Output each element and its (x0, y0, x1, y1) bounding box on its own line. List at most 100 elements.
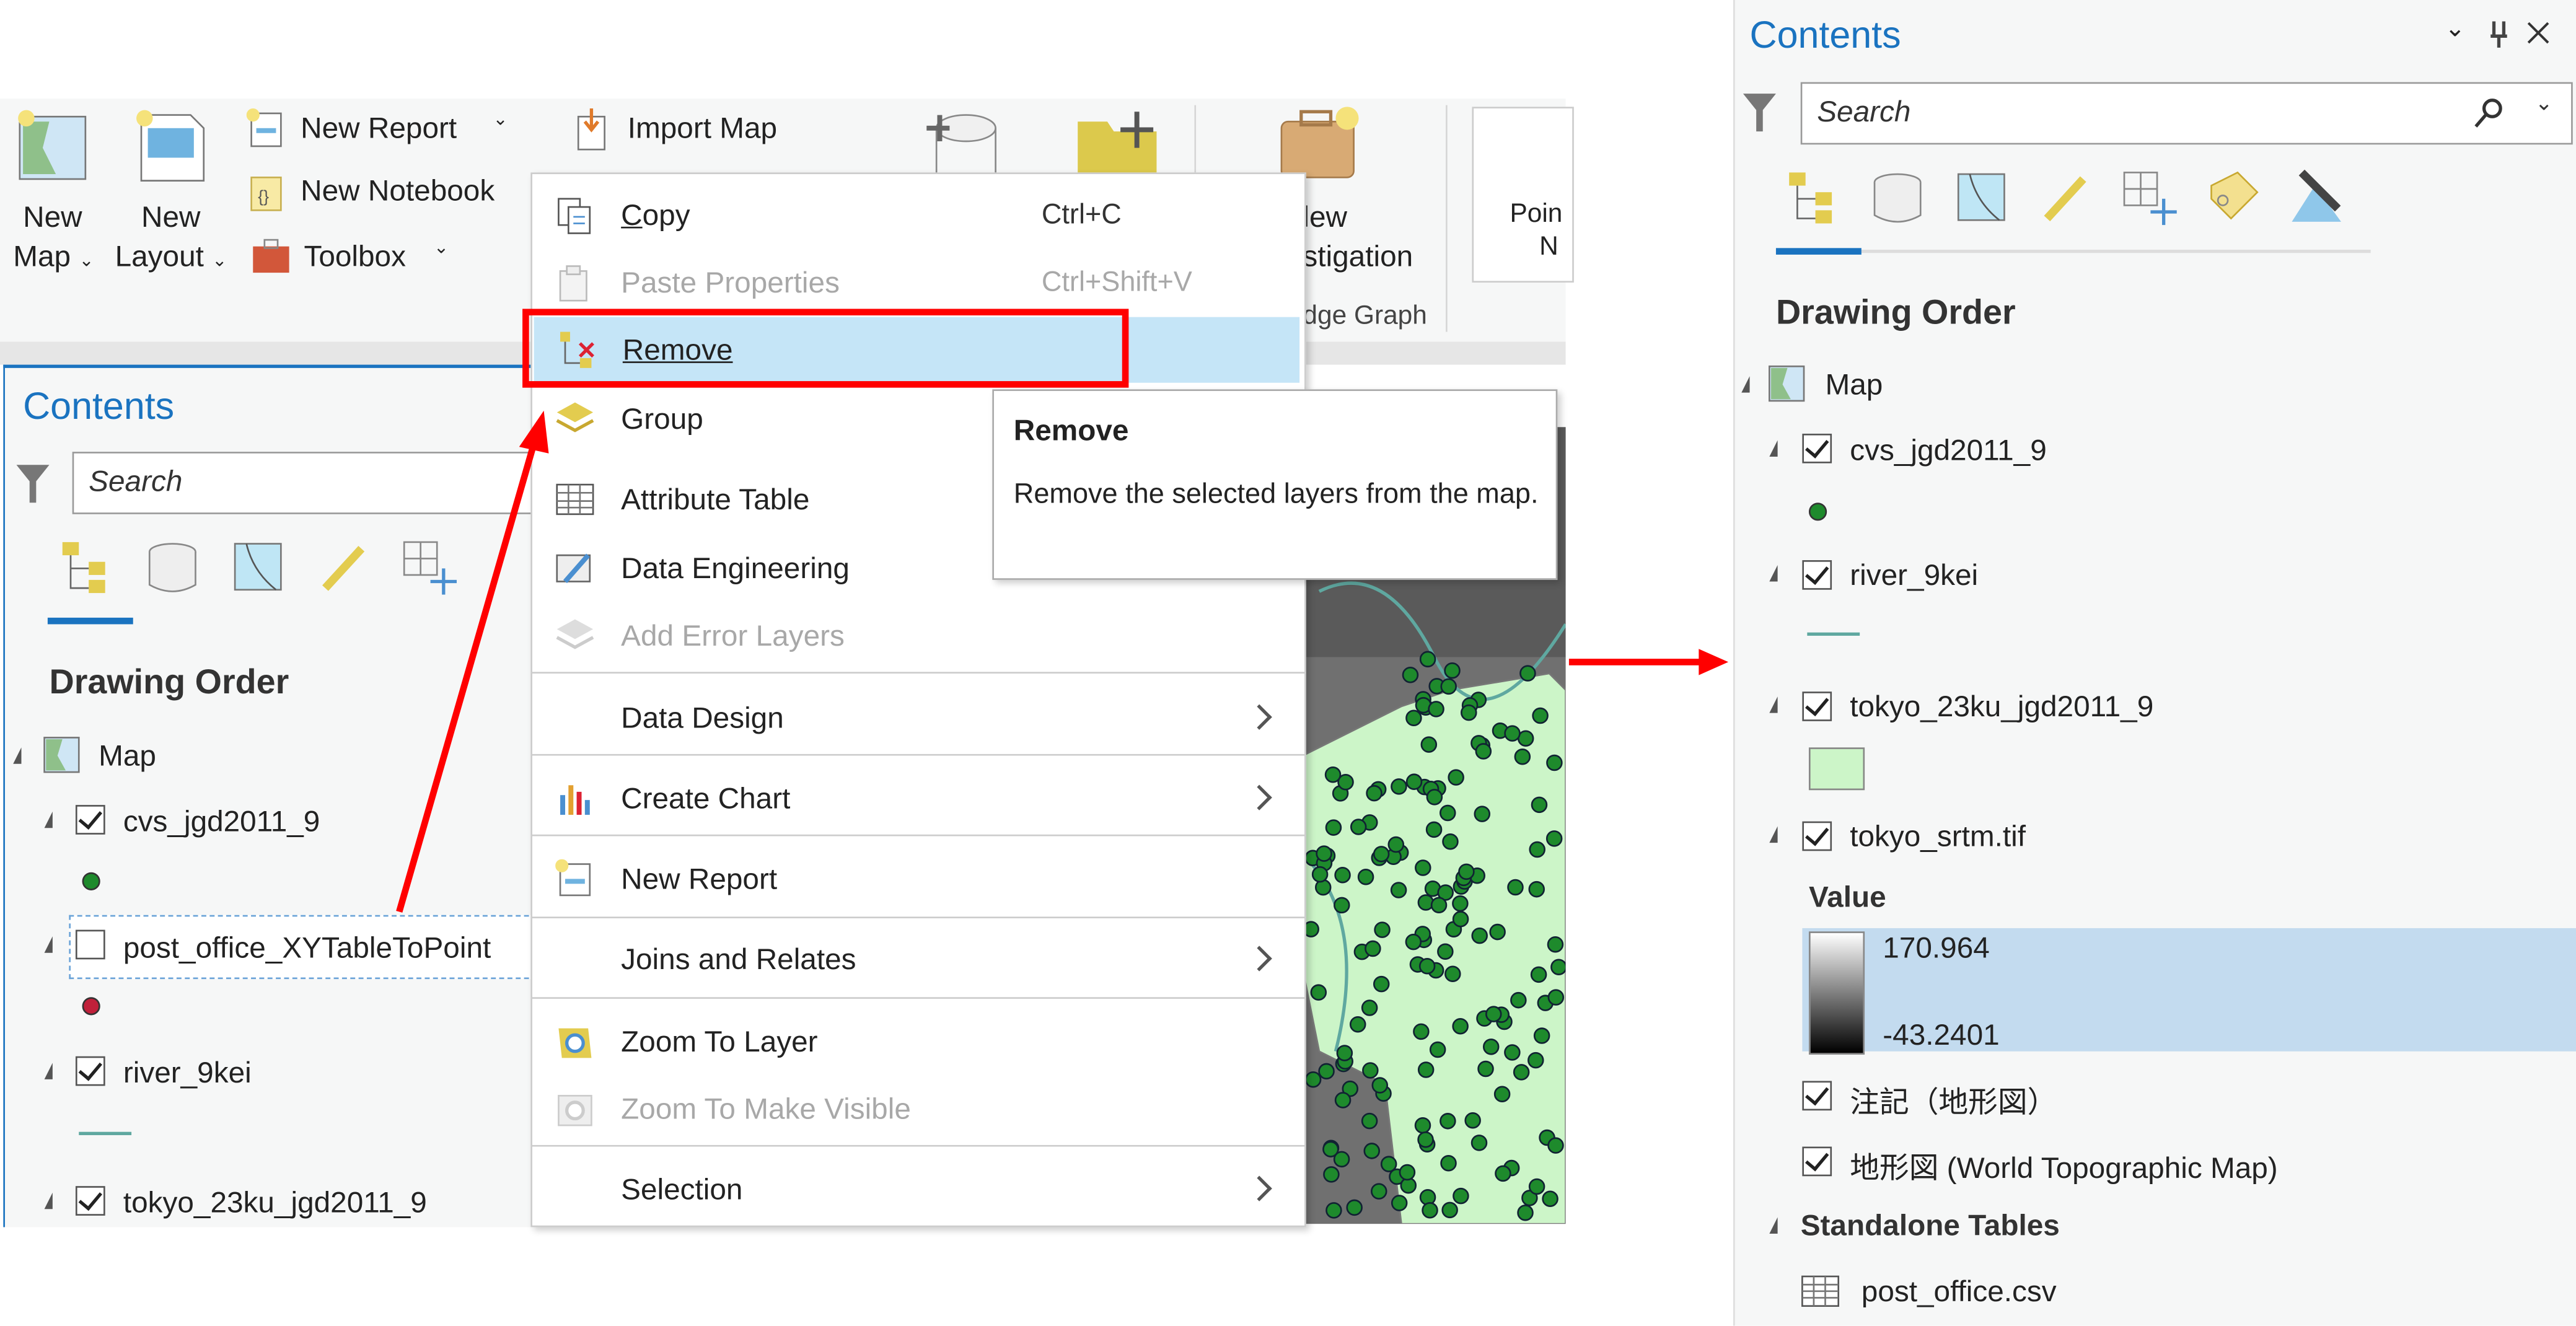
drawing-order-icon[interactable] (59, 539, 115, 595)
map-point (1418, 958, 1436, 975)
partial-ribbon-button[interactable]: Poin N (1472, 107, 1574, 283)
new-layout-dropdown[interactable]: Layout ⌄ (115, 240, 227, 274)
layer-name[interactable]: river_9kei (1850, 558, 1978, 593)
map-point (1417, 1061, 1435, 1078)
expand-layer-icon[interactable] (44, 1063, 53, 1079)
map-point (1440, 1113, 1456, 1130)
layer-visibility-checkbox[interactable] (1802, 1081, 1832, 1111)
expand-map-icon[interactable] (13, 747, 22, 764)
drawing-order-icon[interactable] (1786, 169, 1842, 225)
expand-map-icon[interactable] (1741, 376, 1750, 393)
menu-item-paste-properties[interactable]: Paste Properties Ctrl+Shift+V (532, 250, 1304, 315)
layer-visibility-checkbox[interactable] (1802, 560, 1832, 590)
layer-name[interactable]: tokyo_23ku_jgd2011_9 (1850, 690, 2153, 725)
data-source-icon[interactable] (1870, 169, 1925, 225)
map-point (1489, 923, 1506, 941)
map-point (1334, 1092, 1352, 1109)
expand-layer-icon[interactable] (44, 936, 53, 953)
data-source-icon[interactable] (144, 539, 200, 595)
imagery-icon[interactable] (2288, 169, 2344, 225)
menu-item-zoom-to-layer[interactable]: Zoom To Layer (532, 1009, 1304, 1074)
map-point (1485, 1006, 1502, 1022)
new-map-label[interactable]: New (23, 200, 82, 235)
expand-layer-icon[interactable] (44, 1192, 53, 1210)
layer-name[interactable]: tokyo_23ku_jgd2011_9 (123, 1186, 427, 1221)
layer-visibility-checkbox[interactable] (1802, 692, 1832, 721)
partial-button-label: Poin (1510, 200, 1563, 229)
search-options-chevron-icon[interactable]: ⌄ (2535, 90, 2553, 116)
expand-layer-icon[interactable] (1769, 826, 1778, 843)
menu-item-new-report[interactable]: New Report (532, 846, 1304, 911)
layer-visibility-checkbox[interactable] (1802, 1146, 1832, 1177)
menu-item-add-error-layers[interactable]: Add Error Layers (532, 603, 1304, 669)
contents-view-tabs (1786, 169, 2344, 226)
expand-layer-icon[interactable] (44, 811, 53, 828)
menu-item-zoom-to-make-visible[interactable]: Zoom To Make Visible (532, 1076, 1304, 1142)
new-investigation-label[interactable]: lew (1303, 200, 1347, 235)
menu-label: Add Error Layers (621, 619, 845, 652)
layer-name[interactable]: tokyo_srtm.tif (1850, 820, 2026, 854)
map-node-label[interactable]: Map (99, 739, 156, 774)
layer-name[interactable]: 注記（地形図） (1850, 1079, 2057, 1122)
search-icon[interactable] (2473, 97, 2505, 130)
expand-tables-icon[interactable] (1769, 1217, 1778, 1234)
expand-layer-icon[interactable] (1769, 696, 1778, 713)
map-point (1470, 1135, 1488, 1151)
snapping-icon[interactable] (401, 539, 457, 595)
expand-layer-icon[interactable] (1769, 440, 1778, 457)
zoom-layer-icon (558, 1028, 592, 1058)
filter-icon[interactable] (13, 460, 53, 506)
expand-layer-icon[interactable] (1769, 565, 1778, 582)
layer-visibility-checkbox[interactable] (75, 1186, 105, 1216)
close-icon[interactable] (2525, 20, 2551, 46)
labeling-icon[interactable] (2205, 169, 2261, 225)
layer-name[interactable]: cvs_jgd2011_9 (123, 805, 320, 840)
map-node-label[interactable]: Map (1825, 368, 1883, 403)
new-investigation-label-2[interactable]: stigation (1303, 240, 1413, 274)
layer-visibility-checkbox[interactable] (75, 929, 105, 960)
menu-separator (532, 916, 1305, 919)
menu-item-copy[interactable]: Copy Ctrl+C (532, 182, 1304, 248)
search-placeholder: Search (1817, 95, 1911, 128)
layer-name[interactable]: post_office_XYTableToPoint (123, 931, 491, 966)
new-layout-button[interactable] (134, 108, 210, 184)
selection-icon[interactable] (1953, 169, 2009, 225)
layer-visibility-checkbox[interactable] (1802, 821, 1832, 851)
map-point (1365, 940, 1381, 957)
editing-icon[interactable] (2037, 169, 2093, 225)
new-map-button[interactable] (17, 108, 92, 184)
menu-separator (532, 1144, 1305, 1147)
map-point (1528, 1052, 1544, 1069)
layer-name[interactable]: cvs_jgd2011_9 (1850, 434, 2047, 468)
new-layout-label[interactable]: New (141, 200, 200, 235)
menu-item-data-design[interactable]: Data Design (532, 685, 1304, 751)
search-input[interactable]: Search (72, 452, 552, 514)
layer-visibility-checkbox[interactable] (75, 805, 105, 835)
table-name[interactable]: post_office.csv (1862, 1275, 2057, 1309)
map-point (1546, 754, 1563, 771)
menu-item-create-chart[interactable]: Create Chart (532, 765, 1304, 831)
layer-visibility-checkbox[interactable] (1802, 433, 1832, 463)
map-point (1517, 1204, 1534, 1221)
notebook-icon: {} (250, 177, 282, 211)
menu-item-selection[interactable]: Selection (532, 1156, 1304, 1222)
layer-name[interactable]: river_9kei (123, 1056, 252, 1091)
layer-name[interactable]: 地形図 (World Topographic Map) (1850, 1145, 2277, 1188)
search-input[interactable]: Search ⌄ (1800, 82, 2573, 145)
map-point (1519, 665, 1536, 682)
filter-icon[interactable] (1740, 89, 1780, 134)
menu-item-joins-and-relates[interactable]: Joins and Relates (532, 926, 1304, 992)
selection-icon[interactable] (230, 539, 286, 595)
drawing-order-heading: Drawing Order (49, 664, 289, 702)
pin-icon[interactable] (2487, 20, 2510, 50)
snapping-icon[interactable] (2121, 169, 2177, 226)
standalone-tables-heading[interactable]: Standalone Tables (1801, 1209, 2060, 1244)
new-map-dropdown[interactable]: Map ⌄ (13, 240, 94, 274)
map-point (1448, 769, 1464, 786)
pane-options-chevron-icon[interactable]: ⌄ (2445, 13, 2465, 43)
map-point (1336, 1045, 1353, 1061)
error-layers-icon (556, 619, 594, 649)
investigation-icon (1280, 107, 1359, 178)
layer-visibility-checkbox[interactable] (75, 1056, 105, 1086)
editing-icon[interactable] (315, 539, 371, 595)
